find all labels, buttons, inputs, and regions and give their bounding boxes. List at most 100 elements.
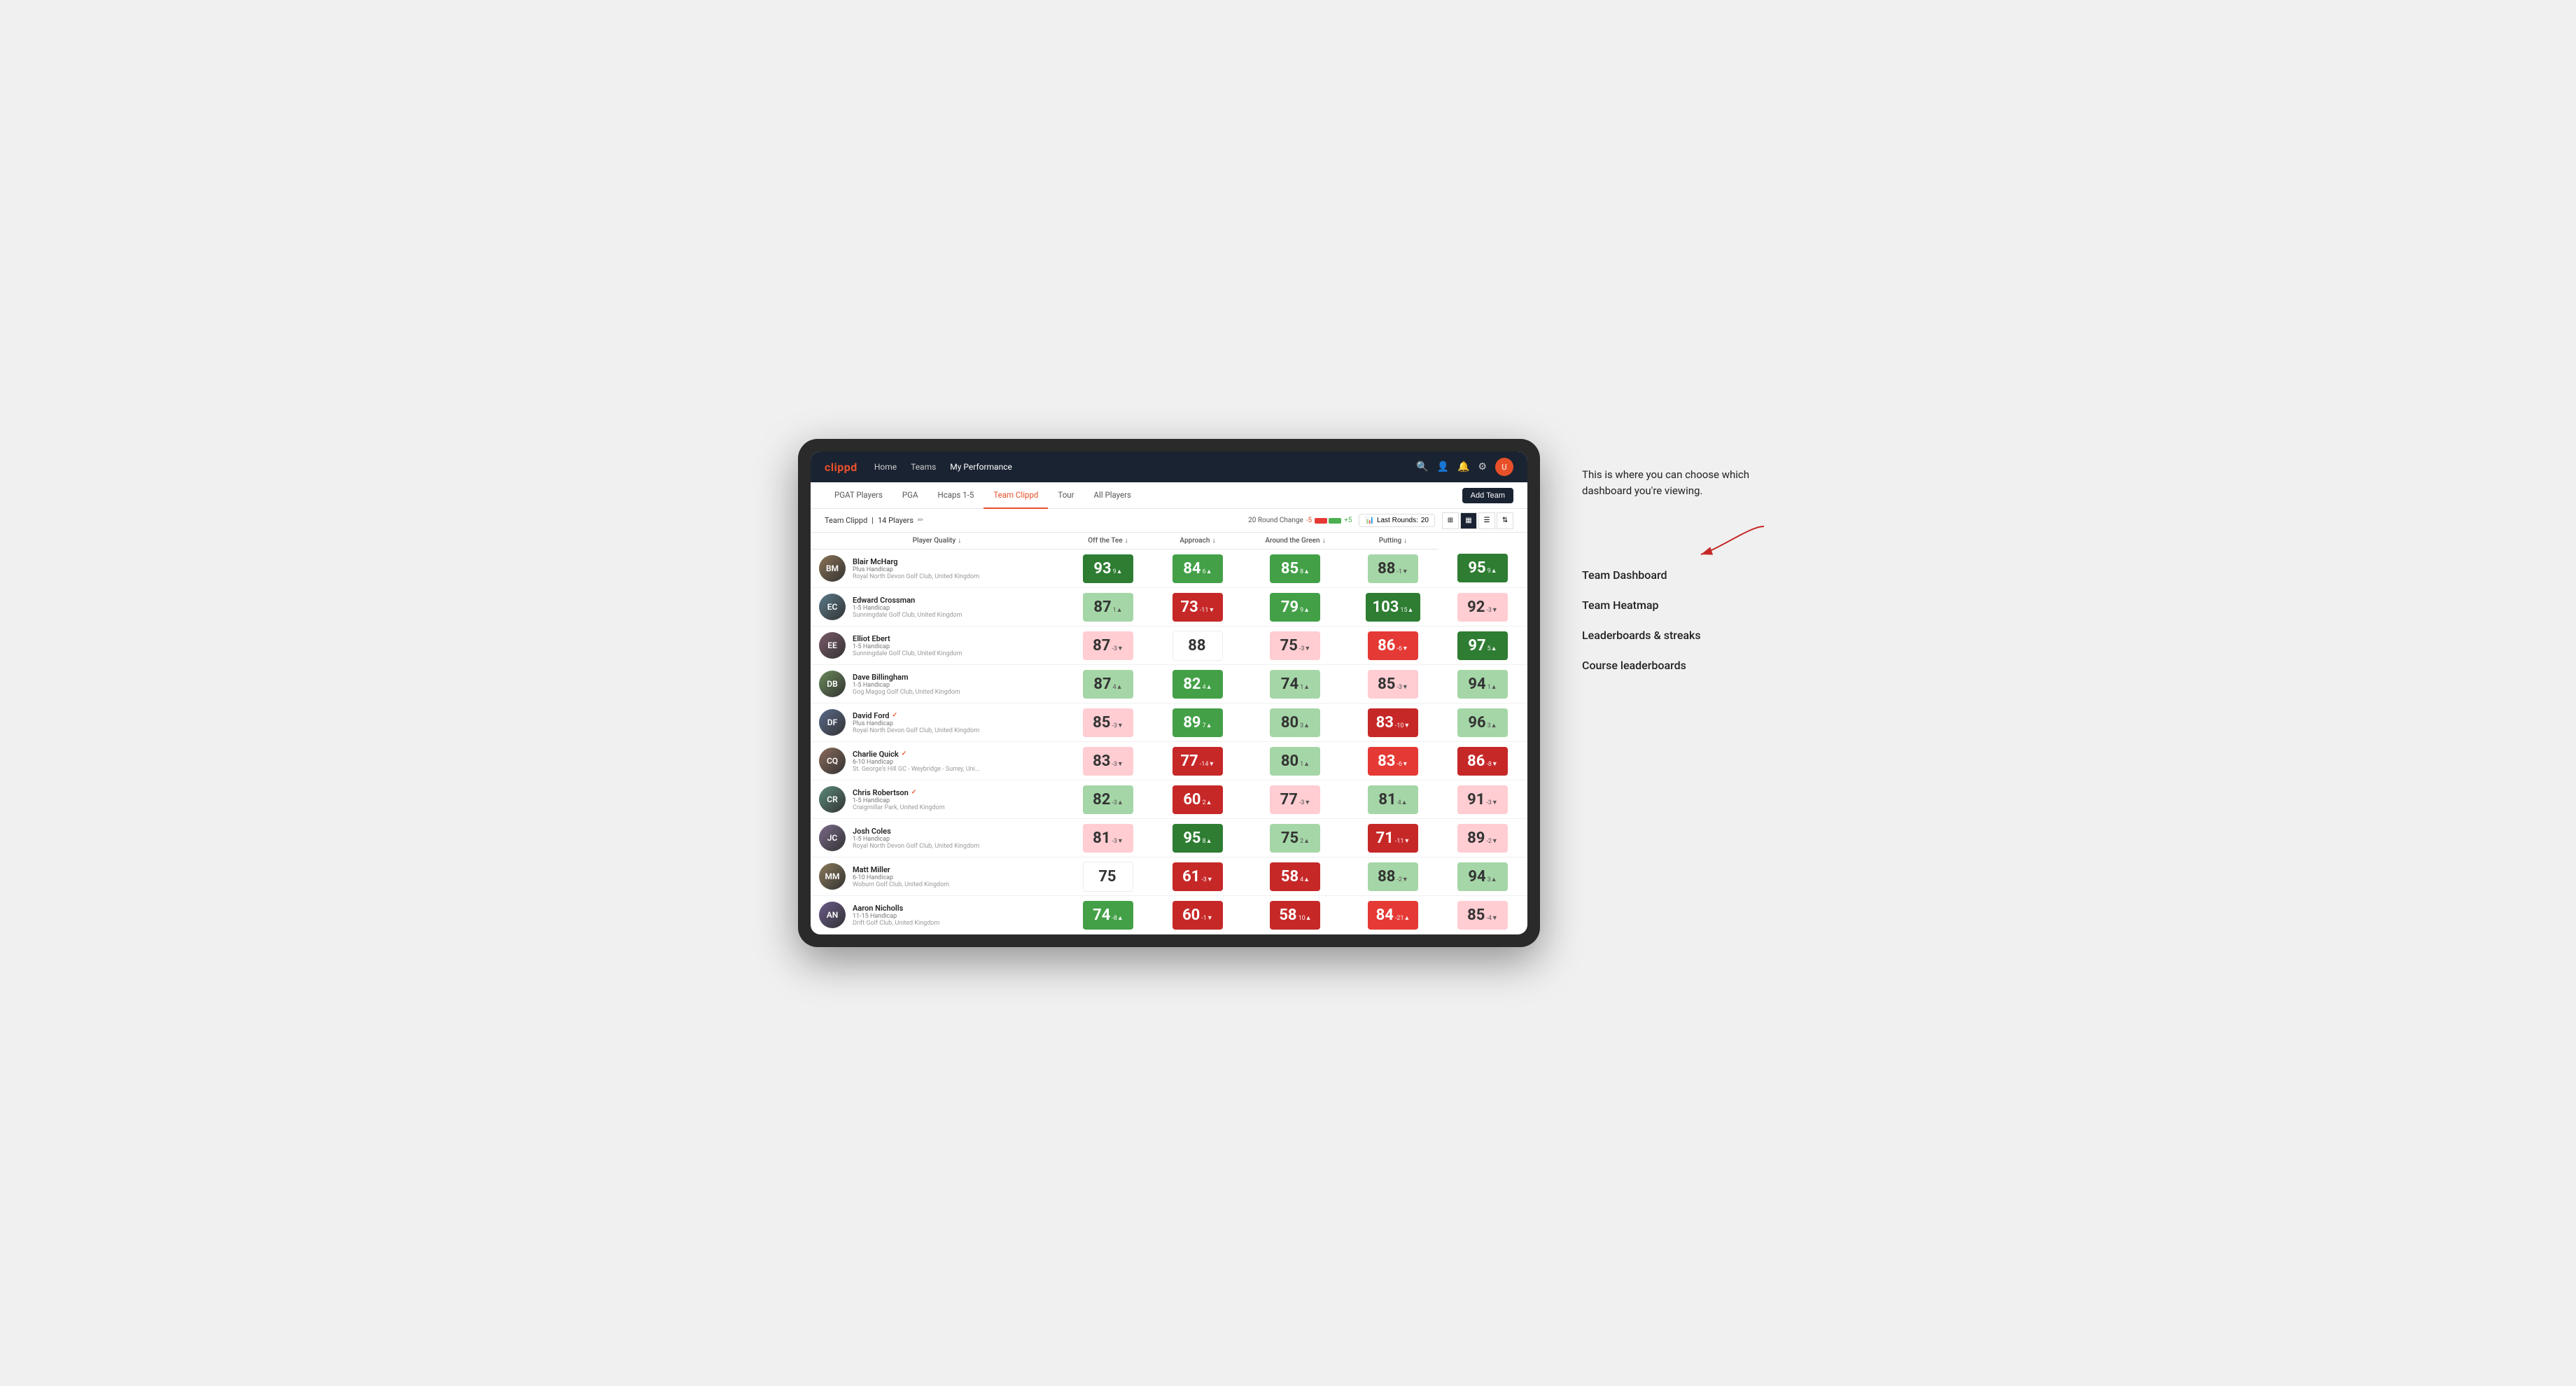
tabs: PGAT Players PGA Hcaps 1-5 Team Clippd T… xyxy=(825,482,1141,509)
score-value: 73 xyxy=(1181,598,1198,616)
player-avatar: DB xyxy=(819,671,846,697)
player-club: Craigmillar Park, United Kingdom xyxy=(853,804,1055,811)
tab-pgat-players[interactable]: PGAT Players xyxy=(825,482,892,509)
player-cell-0[interactable]: BM Blair McHarg Plus Handicap Royal Nort… xyxy=(811,550,1063,588)
score-cell-9-1: 60 -1▼ xyxy=(1153,896,1242,934)
tab-team-clippd[interactable]: Team Clippd xyxy=(983,482,1048,509)
score-box: 77 -3▼ xyxy=(1270,785,1320,814)
round-change-label: 20 Round Change xyxy=(1248,517,1303,524)
score-cell-2-4: 97 5▲ xyxy=(1438,626,1527,665)
col-putting[interactable]: Putting ↓ xyxy=(1348,533,1438,550)
view-sort-button[interactable]: ⇅ xyxy=(1497,512,1513,529)
change-bar xyxy=(1315,518,1341,524)
score-value: 82 xyxy=(1183,676,1200,693)
score-cell-3-4: 94 1▲ xyxy=(1438,665,1527,704)
team-name-label: Team Clippd xyxy=(825,516,867,525)
score-cell-7-0: 81 -3▼ xyxy=(1063,819,1153,858)
score-value: 85 xyxy=(1281,560,1298,578)
score-cell-1-2: 79 9▲ xyxy=(1242,588,1348,626)
verified-badge: ✓ xyxy=(902,750,907,757)
profile-icon[interactable]: 👤 xyxy=(1437,461,1449,472)
col-approach[interactable]: Approach ↓ xyxy=(1153,533,1242,550)
score-value: 87 xyxy=(1093,598,1111,616)
score-box: 87 4▲ xyxy=(1083,670,1133,699)
player-cell-4[interactable]: DF David Ford ✓ Plus Handicap Royal Nort… xyxy=(811,704,1063,742)
player-club: Royal North Devon Golf Club, United King… xyxy=(853,727,1055,734)
player-cell-1[interactable]: EC Edward Crossman 1-5 Handicap Sunningd… xyxy=(811,588,1063,626)
score-value: 96 xyxy=(1468,714,1485,732)
player-cell-9[interactable]: AN Aaron Nicholls 11-15 Handicap Drift G… xyxy=(811,896,1063,934)
score-box: 85 8▲ xyxy=(1270,554,1320,583)
edit-icon[interactable]: ✏ xyxy=(918,517,923,524)
player-cell-5[interactable]: CQ Charlie Quick ✓ 6-10 Handicap St. Geo… xyxy=(811,742,1063,780)
add-team-button[interactable]: Add Team xyxy=(1462,488,1513,503)
sub-header: Team Clippd | 14 Players ✏ 20 Round Chan… xyxy=(811,509,1527,533)
score-box: 83 -3▼ xyxy=(1083,747,1133,776)
score-cell-9-2: 58 10▲ xyxy=(1242,896,1348,934)
score-value: 85 xyxy=(1467,906,1485,924)
score-change: 1▲ xyxy=(1488,683,1497,691)
col-around-green[interactable]: Around the Green ↓ xyxy=(1242,533,1348,550)
annotation-arrow-svg xyxy=(1694,519,1778,561)
score-value: 83 xyxy=(1378,752,1395,770)
score-box: 74 -8▲ xyxy=(1083,901,1133,930)
col-off-tee[interactable]: Off the Tee ↓ xyxy=(1063,533,1153,550)
score-value: 80 xyxy=(1281,752,1298,770)
tab-hcaps[interactable]: Hcaps 1-5 xyxy=(927,482,983,509)
player-avatar: CR xyxy=(819,786,846,813)
nav-link-teams[interactable]: Teams xyxy=(911,459,936,475)
score-cell-6-4: 91 -3▼ xyxy=(1438,780,1527,819)
player-cell-6[interactable]: CR Chris Robertson ✓ 1-5 Handicap Craigm… xyxy=(811,780,1063,819)
tab-tour[interactable]: Tour xyxy=(1048,482,1084,509)
score-value: 97 xyxy=(1468,637,1485,654)
nav-link-my-performance[interactable]: My Performance xyxy=(950,459,1012,475)
score-change: 7▲ xyxy=(1203,722,1212,729)
player-avatar: MM xyxy=(819,863,846,890)
score-cell-7-1: 95 8▲ xyxy=(1153,819,1242,858)
player-cell-3[interactable]: DB Dave Billingham 1-5 Handicap Gog Mago… xyxy=(811,665,1063,704)
score-change: 3▲ xyxy=(1488,876,1497,883)
player-name: Charlie Quick ✓ xyxy=(853,750,1055,759)
score-box: 94 3▲ xyxy=(1457,862,1508,891)
score-box: 85 -3▼ xyxy=(1368,670,1418,699)
table-row: CQ Charlie Quick ✓ 6-10 Handicap St. Geo… xyxy=(811,742,1527,780)
score-value: 81 xyxy=(1093,830,1110,847)
settings-icon[interactable]: ⚙ xyxy=(1478,461,1487,472)
score-change: 1▲ xyxy=(1113,606,1123,614)
score-cell-6-0: 82 -3▲ xyxy=(1063,780,1153,819)
score-value: 84 xyxy=(1376,906,1394,924)
view-grid-button[interactable]: ⊞ xyxy=(1442,512,1459,529)
player-cell-2[interactable]: EE Elliot Ebert 1-5 Handicap Sunningdale… xyxy=(811,626,1063,665)
player-avatar: JC xyxy=(819,825,846,851)
table-row: CR Chris Robertson ✓ 1-5 Handicap Craigm… xyxy=(811,780,1527,819)
score-box: 94 1▲ xyxy=(1457,670,1508,699)
nav-link-home[interactable]: Home xyxy=(874,459,897,475)
col-player-quality[interactable]: Player Quality ↓ xyxy=(811,533,1063,550)
score-value: 79 xyxy=(1281,598,1298,616)
player-cell-7[interactable]: JC Josh Coles 1-5 Handicap Royal North D… xyxy=(811,819,1063,858)
table-row: DF David Ford ✓ Plus Handicap Royal Nort… xyxy=(811,704,1527,742)
score-value: 83 xyxy=(1376,714,1394,732)
view-heatmap-button[interactable]: ▦ xyxy=(1460,512,1477,529)
player-avatar: AN xyxy=(819,902,846,928)
player-handicap: 1-5 Handicap xyxy=(853,797,1055,804)
score-box: 58 4▲ xyxy=(1270,862,1320,891)
tab-all-players[interactable]: All Players xyxy=(1084,482,1141,509)
score-value: 84 xyxy=(1183,560,1200,578)
table-row: EE Elliot Ebert 1-5 Handicap Sunningdale… xyxy=(811,626,1527,665)
tab-pga[interactable]: PGA xyxy=(892,482,928,509)
player-cell-8[interactable]: MM Matt Miller 6-10 Handicap Woburn Golf… xyxy=(811,858,1063,896)
player-handicap: 1-5 Handicap xyxy=(853,682,1055,689)
score-box: 89 -2▼ xyxy=(1457,824,1508,853)
player-handicap: 11-15 Handicap xyxy=(853,913,1055,920)
score-value: 75 xyxy=(1281,830,1298,847)
view-list-button[interactable]: ☰ xyxy=(1478,512,1495,529)
last-rounds-button[interactable]: 📊 Last Rounds: 20 xyxy=(1359,514,1435,527)
player-club: Sunningdale Golf Club, United Kingdom xyxy=(853,650,1055,657)
score-value: 94 xyxy=(1468,676,1485,693)
score-box: 88 -1▼ xyxy=(1368,554,1418,583)
score-cell-3-3: 85 -3▼ xyxy=(1348,665,1438,704)
bell-icon[interactable]: 🔔 xyxy=(1457,461,1469,472)
avatar[interactable]: U xyxy=(1495,458,1513,476)
search-icon[interactable]: 🔍 xyxy=(1416,461,1428,472)
